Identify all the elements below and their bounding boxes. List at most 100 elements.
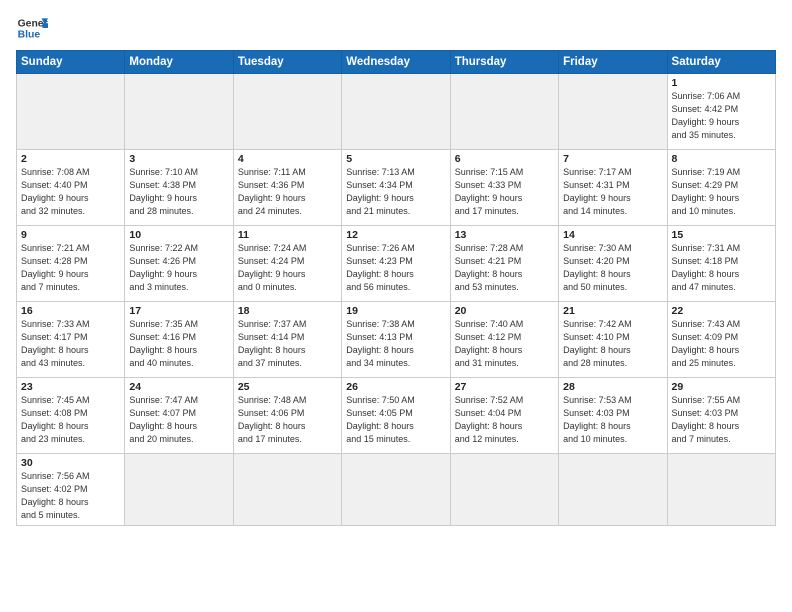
calendar-cell: 24Sunrise: 7:47 AM Sunset: 4:07 PM Dayli… — [125, 378, 233, 454]
day-info: Sunrise: 7:38 AM Sunset: 4:13 PM Dayligh… — [346, 318, 445, 370]
weekday-tuesday: Tuesday — [233, 51, 341, 74]
day-number: 28 — [563, 381, 662, 393]
day-number: 3 — [129, 153, 228, 165]
day-number: 10 — [129, 229, 228, 241]
weekday-thursday: Thursday — [450, 51, 558, 74]
calendar-cell — [559, 74, 667, 150]
calendar-cell — [450, 74, 558, 150]
day-info: Sunrise: 7:06 AM Sunset: 4:42 PM Dayligh… — [672, 90, 771, 142]
calendar-cell — [342, 454, 450, 526]
day-number: 5 — [346, 153, 445, 165]
day-number: 19 — [346, 305, 445, 317]
day-number: 24 — [129, 381, 228, 393]
calendar-cell: 7Sunrise: 7:17 AM Sunset: 4:31 PM Daylig… — [559, 150, 667, 226]
day-info: Sunrise: 7:22 AM Sunset: 4:26 PM Dayligh… — [129, 242, 228, 294]
day-info: Sunrise: 7:47 AM Sunset: 4:07 PM Dayligh… — [129, 394, 228, 446]
calendar-cell — [125, 74, 233, 150]
day-info: Sunrise: 7:55 AM Sunset: 4:03 PM Dayligh… — [672, 394, 771, 446]
day-info: Sunrise: 7:24 AM Sunset: 4:24 PM Dayligh… — [238, 242, 337, 294]
calendar-cell: 4Sunrise: 7:11 AM Sunset: 4:36 PM Daylig… — [233, 150, 341, 226]
calendar-cell — [450, 454, 558, 526]
day-info: Sunrise: 7:19 AM Sunset: 4:29 PM Dayligh… — [672, 166, 771, 218]
calendar-cell: 25Sunrise: 7:48 AM Sunset: 4:06 PM Dayli… — [233, 378, 341, 454]
page: General Blue SundayMondayTuesdayWednesda… — [0, 0, 792, 612]
calendar-cell: 19Sunrise: 7:38 AM Sunset: 4:13 PM Dayli… — [342, 302, 450, 378]
day-info: Sunrise: 7:15 AM Sunset: 4:33 PM Dayligh… — [455, 166, 554, 218]
weekday-saturday: Saturday — [667, 51, 775, 74]
day-number: 27 — [455, 381, 554, 393]
day-number: 20 — [455, 305, 554, 317]
day-number: 23 — [21, 381, 120, 393]
calendar-cell: 13Sunrise: 7:28 AM Sunset: 4:21 PM Dayli… — [450, 226, 558, 302]
day-info: Sunrise: 7:52 AM Sunset: 4:04 PM Dayligh… — [455, 394, 554, 446]
day-number: 18 — [238, 305, 337, 317]
calendar-cell: 27Sunrise: 7:52 AM Sunset: 4:04 PM Dayli… — [450, 378, 558, 454]
day-number: 4 — [238, 153, 337, 165]
day-number: 12 — [346, 229, 445, 241]
day-info: Sunrise: 7:10 AM Sunset: 4:38 PM Dayligh… — [129, 166, 228, 218]
calendar-cell: 3Sunrise: 7:10 AM Sunset: 4:38 PM Daylig… — [125, 150, 233, 226]
calendar-cell: 26Sunrise: 7:50 AM Sunset: 4:05 PM Dayli… — [342, 378, 450, 454]
day-number: 14 — [563, 229, 662, 241]
day-info: Sunrise: 7:08 AM Sunset: 4:40 PM Dayligh… — [21, 166, 120, 218]
calendar-cell — [667, 454, 775, 526]
day-info: Sunrise: 7:13 AM Sunset: 4:34 PM Dayligh… — [346, 166, 445, 218]
weekday-header-row: SundayMondayTuesdayWednesdayThursdayFrid… — [17, 51, 776, 74]
day-info: Sunrise: 7:28 AM Sunset: 4:21 PM Dayligh… — [455, 242, 554, 294]
calendar-cell: 2Sunrise: 7:08 AM Sunset: 4:40 PM Daylig… — [17, 150, 125, 226]
day-info: Sunrise: 7:50 AM Sunset: 4:05 PM Dayligh… — [346, 394, 445, 446]
day-info: Sunrise: 7:42 AM Sunset: 4:10 PM Dayligh… — [563, 318, 662, 370]
day-info: Sunrise: 7:21 AM Sunset: 4:28 PM Dayligh… — [21, 242, 120, 294]
calendar-cell: 29Sunrise: 7:55 AM Sunset: 4:03 PM Dayli… — [667, 378, 775, 454]
day-number: 9 — [21, 229, 120, 241]
day-info: Sunrise: 7:31 AM Sunset: 4:18 PM Dayligh… — [672, 242, 771, 294]
weekday-friday: Friday — [559, 51, 667, 74]
calendar-cell: 17Sunrise: 7:35 AM Sunset: 4:16 PM Dayli… — [125, 302, 233, 378]
calendar-cell: 18Sunrise: 7:37 AM Sunset: 4:14 PM Dayli… — [233, 302, 341, 378]
day-number: 7 — [563, 153, 662, 165]
calendar-cell — [342, 74, 450, 150]
day-number: 2 — [21, 153, 120, 165]
day-info: Sunrise: 7:35 AM Sunset: 4:16 PM Dayligh… — [129, 318, 228, 370]
day-number: 29 — [672, 381, 771, 393]
day-info: Sunrise: 7:11 AM Sunset: 4:36 PM Dayligh… — [238, 166, 337, 218]
day-info: Sunrise: 7:48 AM Sunset: 4:06 PM Dayligh… — [238, 394, 337, 446]
calendar-cell: 11Sunrise: 7:24 AM Sunset: 4:24 PM Dayli… — [233, 226, 341, 302]
day-number: 13 — [455, 229, 554, 241]
day-number: 21 — [563, 305, 662, 317]
calendar-cell — [559, 454, 667, 526]
logo: General Blue — [16, 12, 48, 44]
day-info: Sunrise: 7:53 AM Sunset: 4:03 PM Dayligh… — [563, 394, 662, 446]
day-info: Sunrise: 7:33 AM Sunset: 4:17 PM Dayligh… — [21, 318, 120, 370]
calendar-body: 1Sunrise: 7:06 AM Sunset: 4:42 PM Daylig… — [17, 74, 776, 526]
calendar-cell: 6Sunrise: 7:15 AM Sunset: 4:33 PM Daylig… — [450, 150, 558, 226]
header: General Blue — [16, 12, 776, 44]
week-row-6: 30Sunrise: 7:56 AM Sunset: 4:02 PM Dayli… — [17, 454, 776, 526]
day-info: Sunrise: 7:26 AM Sunset: 4:23 PM Dayligh… — [346, 242, 445, 294]
calendar-cell: 12Sunrise: 7:26 AM Sunset: 4:23 PM Dayli… — [342, 226, 450, 302]
week-row-1: 1Sunrise: 7:06 AM Sunset: 4:42 PM Daylig… — [17, 74, 776, 150]
day-info: Sunrise: 7:56 AM Sunset: 4:02 PM Dayligh… — [21, 470, 120, 522]
day-number: 15 — [672, 229, 771, 241]
calendar-cell: 20Sunrise: 7:40 AM Sunset: 4:12 PM Dayli… — [450, 302, 558, 378]
calendar-cell: 28Sunrise: 7:53 AM Sunset: 4:03 PM Dayli… — [559, 378, 667, 454]
day-number: 17 — [129, 305, 228, 317]
day-number: 30 — [21, 457, 120, 469]
calendar-cell — [17, 74, 125, 150]
calendar-cell: 15Sunrise: 7:31 AM Sunset: 4:18 PM Dayli… — [667, 226, 775, 302]
calendar-cell: 14Sunrise: 7:30 AM Sunset: 4:20 PM Dayli… — [559, 226, 667, 302]
day-number: 25 — [238, 381, 337, 393]
weekday-monday: Monday — [125, 51, 233, 74]
day-info: Sunrise: 7:17 AM Sunset: 4:31 PM Dayligh… — [563, 166, 662, 218]
day-number: 6 — [455, 153, 554, 165]
calendar-cell: 23Sunrise: 7:45 AM Sunset: 4:08 PM Dayli… — [17, 378, 125, 454]
calendar-cell: 16Sunrise: 7:33 AM Sunset: 4:17 PM Dayli… — [17, 302, 125, 378]
day-number: 26 — [346, 381, 445, 393]
day-number: 22 — [672, 305, 771, 317]
day-info: Sunrise: 7:40 AM Sunset: 4:12 PM Dayligh… — [455, 318, 554, 370]
calendar-cell — [233, 74, 341, 150]
calendar-cell: 5Sunrise: 7:13 AM Sunset: 4:34 PM Daylig… — [342, 150, 450, 226]
svg-text:Blue: Blue — [18, 30, 41, 41]
calendar: SundayMondayTuesdayWednesdayThursdayFrid… — [16, 50, 776, 526]
calendar-cell: 30Sunrise: 7:56 AM Sunset: 4:02 PM Dayli… — [17, 454, 125, 526]
